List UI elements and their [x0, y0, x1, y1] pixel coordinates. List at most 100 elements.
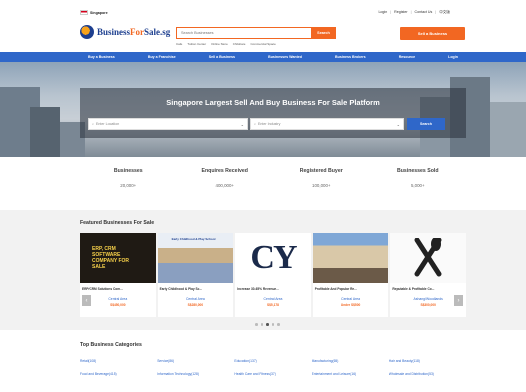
quick-link[interactable]: Commercial Space [250, 42, 275, 46]
nav-login[interactable]: Login [448, 55, 458, 59]
search-icon: ⌕ [92, 122, 95, 126]
category-link[interactable]: Service(86) [157, 359, 234, 363]
top-links: Login | Register | Contact Us | 中文版 [378, 10, 450, 15]
login-link[interactable]: Login [378, 10, 387, 15]
category-link[interactable]: Retail(108) [80, 359, 157, 363]
pager-dot[interactable] [271, 323, 274, 326]
stat-label: Registered Buyer [299, 168, 343, 174]
listing-thumbnail [312, 233, 389, 283]
location-select[interactable]: ⌕ Enter Location ⌄ [88, 118, 248, 130]
logo-text: BusinessForSale.sg [97, 27, 171, 37]
listing-title: Profitable And Popular Re... [314, 287, 357, 291]
listing-price: Under S$500 [340, 303, 361, 307]
stat-value: 20,000+ [120, 183, 137, 188]
nav-buy-a-franchise[interactable]: Buy a Franchise [148, 55, 176, 59]
listing-card[interactable]: Profitable And Popular Re... Central Are… [312, 233, 389, 317]
listing-card[interactable]: ERP, CRM SOFTWARE COMPANY FOR SALE ERP/C… [80, 233, 156, 317]
top-utility-bar: Singapore Login | Register | Contact Us … [0, 0, 526, 19]
skyline-building [490, 102, 526, 157]
carousel-next-arrow[interactable]: › [454, 295, 463, 306]
listing-thumbnail [390, 233, 466, 283]
header-search: Search [176, 27, 336, 39]
stat-value: 100,000+ [312, 183, 331, 188]
hero-search-button[interactable]: Search [407, 118, 445, 130]
listing-price: S$5,178 [267, 303, 279, 307]
site-logo[interactable]: BusinessForSale.sg [80, 25, 170, 39]
contact-us-link[interactable]: Contact Us [415, 10, 433, 15]
category-link[interactable]: Manufacturing(65) [312, 359, 389, 363]
listing-title: ERP/CRM Solutions Com... [82, 287, 123, 291]
hero-title: Singapore Largest Sell And Buy Business … [166, 98, 380, 107]
listing-title: Increase 30-65% Revenue... [237, 287, 279, 291]
listing-card[interactable]: Early Childhood & Play School Early Chil… [157, 233, 234, 317]
listing-price: S$280,000 [187, 303, 204, 307]
category-link[interactable]: Health Care and Fitness(37) [234, 372, 311, 376]
listing-thumbnail: ERP, CRM SOFTWARE COMPANY FOR SALE [80, 233, 156, 283]
search-icon: ⌕ [254, 122, 257, 126]
listing-area: Central Area [341, 297, 360, 301]
listing-area: Central Area [185, 297, 205, 301]
skyline-building [30, 107, 60, 157]
stat-registered-buyer: Registered Buyer 100,000+ [273, 168, 370, 198]
search-button[interactable]: Search [311, 27, 336, 39]
location-placeholder: Enter Location [96, 122, 120, 126]
carousel-pager [255, 323, 280, 326]
quick-link[interactable]: Childcare [233, 42, 246, 46]
nav-business-brokers[interactable]: Business Brokers [335, 55, 366, 59]
category-link[interactable]: Food and Beverage(415) [80, 372, 157, 376]
category-link[interactable]: Education(137) [234, 359, 311, 363]
category-link[interactable]: Wholesale and Distribution(53) [389, 372, 466, 376]
listing-area: Central Area [263, 297, 283, 301]
stat-label: Enquires Received [201, 168, 248, 174]
featured-section: Featured Businesses For Sale ERP, CRM SO… [0, 210, 526, 330]
search-input[interactable] [176, 27, 311, 39]
industry-select[interactable]: ⌕ Enter Industry ⌄ [250, 118, 404, 130]
chevron-down-icon: ⌄ [240, 122, 244, 127]
listing-area: Central Area [108, 297, 128, 301]
chevron-down-icon: ⌄ [396, 122, 400, 127]
carousel-prev-arrow[interactable]: ‹ [82, 295, 91, 306]
listing-price: S$450,000 [110, 303, 126, 307]
stat-value: 400,000+ [215, 183, 234, 188]
nav-buy-a-business[interactable]: Buy a Business [88, 55, 115, 59]
quick-link[interactable]: Online Store [211, 42, 228, 46]
pager-dot[interactable] [260, 323, 263, 326]
listing-title: Reputable & Profitable Co... [392, 287, 435, 291]
fork-knife-icon [414, 238, 442, 277]
register-link[interactable]: Register [394, 10, 407, 15]
link-separator: | [410, 10, 412, 14]
listing-thumbnail: CY [235, 233, 311, 283]
quick-link[interactable]: Tuition Center [187, 42, 206, 46]
featured-title: Featured Businesses For Sale [80, 220, 155, 226]
stat-label: Businesses Sold [396, 168, 439, 174]
categories-title: Top Business Categories [80, 342, 142, 348]
hero-search-panel: Singapore Largest Sell And Buy Business … [80, 88, 466, 138]
category-link[interactable]: Information Technology(128) [157, 372, 234, 376]
category-link[interactable]: Hair and Beauty(118) [389, 359, 466, 363]
nav-sell-a-business[interactable]: Sell a Business [209, 55, 235, 59]
stats-row: Businesses 20,000+ Enquires Received 400… [80, 168, 466, 198]
nav-businesses-wanted[interactable]: Businesses Wanted [268, 55, 302, 59]
country-label: Singapore [90, 10, 108, 15]
nav-resource[interactable]: Resource [399, 55, 415, 59]
listing-card[interactable]: CY Increase 30-65% Revenue... Central Ar… [235, 233, 311, 317]
stat-businesses-sold: Businesses Sold 5,000+ [370, 168, 467, 198]
site-header: BusinessForSale.sg Search Cafe Tuition C… [0, 22, 526, 52]
quick-link[interactable]: Cafe [176, 42, 182, 46]
thumb-caption: ERP, CRM SOFTWARE COMPANY FOR SALE [92, 246, 130, 270]
pager-dot[interactable] [255, 323, 258, 326]
country-selector[interactable]: Singapore [80, 10, 108, 15]
sell-a-business-button[interactable]: Sell a Business [400, 27, 465, 40]
thumb-logo-text: CY [250, 239, 297, 276]
quick-search-links: Cafe Tuition Center Online Store Childca… [176, 42, 276, 46]
listing-thumbnail: Early Childhood & Play School [157, 233, 234, 283]
thumb-caption: Early Childhood & Play School [171, 237, 216, 241]
featured-carousel: ERP, CRM SOFTWARE COMPANY FOR SALE ERP/C… [80, 233, 466, 317]
stat-label: Businesses [113, 168, 143, 174]
pager-dot-active[interactable] [266, 323, 269, 326]
categories-grid: Retail(108) Service(86) Education(137) M… [80, 359, 466, 376]
category-link[interactable]: Entertainment and Leisure(16) [312, 372, 389, 376]
stat-value: 5,000+ [410, 183, 425, 188]
pager-dot[interactable] [277, 323, 280, 326]
chinese-version-link[interactable]: 中文版 [439, 10, 450, 15]
